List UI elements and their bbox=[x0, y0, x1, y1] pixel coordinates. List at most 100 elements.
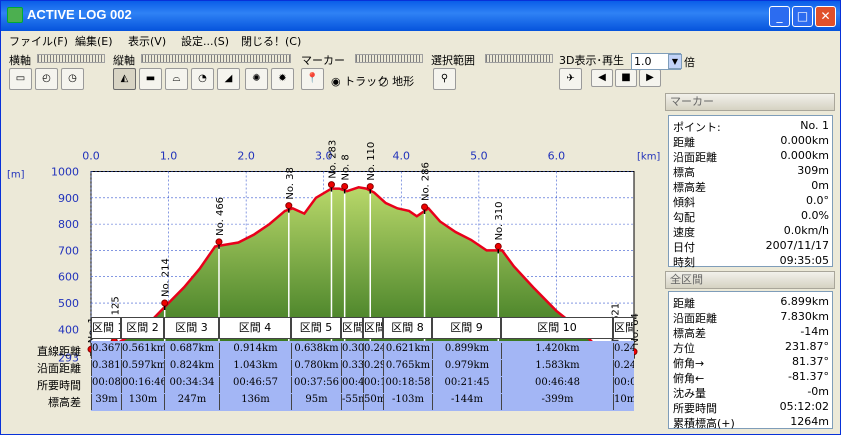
close-button[interactable]: ✕ bbox=[815, 6, 836, 27]
marker-pin[interactable] bbox=[161, 299, 169, 307]
section-header[interactable]: 区間 8 bbox=[383, 317, 432, 339]
section-header[interactable]: 区間 7 bbox=[363, 317, 383, 339]
menu-edit[interactable]: 編集(E) bbox=[75, 33, 113, 49]
info-key: 累積標高(+) bbox=[673, 417, 735, 430]
table-cell: 00:37:56 bbox=[291, 377, 341, 393]
minimize-button[interactable]: _ bbox=[769, 6, 790, 27]
maximize-button[interactable]: □ bbox=[792, 6, 813, 27]
marker-pin[interactable] bbox=[285, 202, 293, 210]
section-header[interactable]: 区間 11 bbox=[613, 317, 634, 339]
table-cell: 0.242km bbox=[363, 343, 383, 359]
info-key: 時刻 bbox=[673, 256, 695, 269]
window-title: ACTIVE LOG 002 bbox=[27, 7, 132, 22]
info-key: 勾配 bbox=[673, 211, 695, 224]
section-header[interactable]: 区間 1 bbox=[91, 317, 121, 339]
info-value: 0.000km bbox=[780, 134, 829, 147]
cadence-icon[interactable]: ✹ bbox=[271, 68, 294, 90]
section-header[interactable]: 区間 6 bbox=[341, 317, 363, 339]
info-row: 時刻 09:35:05 bbox=[673, 254, 829, 269]
section-header[interactable]: 区間 5 bbox=[291, 317, 341, 339]
time-axis-icon[interactable]: ◴ bbox=[35, 68, 58, 90]
toolbar-grip[interactable] bbox=[37, 54, 105, 63]
info-row: 沈み量 -0m bbox=[673, 385, 829, 400]
table-cell: 39m bbox=[91, 394, 121, 410]
info-key: 標高 bbox=[673, 166, 695, 179]
info-row: ポイント: No. 1 bbox=[673, 119, 829, 134]
section-table: 直線距離沿面距離所要時間標高差 区間 1 0.367km0.381km00:08:2… bbox=[1, 315, 664, 411]
menu-file[interactable]: ファイル(F) bbox=[9, 33, 68, 49]
heart-rate-icon[interactable]: ✺ bbox=[245, 68, 268, 90]
marker-pin[interactable] bbox=[366, 183, 374, 191]
menu-view[interactable]: 表示(V) bbox=[128, 33, 166, 49]
table-cell: 0.246km bbox=[613, 360, 634, 376]
table-cell: 0.367km bbox=[91, 343, 121, 359]
info-value: 1264m bbox=[790, 415, 829, 428]
info-key: 沈み量 bbox=[673, 387, 706, 400]
marker-pin[interactable] bbox=[494, 242, 502, 250]
distance-icon[interactable]: ▬ bbox=[139, 68, 162, 90]
info-value: 0.0° bbox=[806, 194, 829, 207]
terrain-radio[interactable]: ○ 地形 bbox=[379, 73, 414, 89]
x-tick-label: 2.0 bbox=[237, 150, 255, 163]
chevron-down-icon[interactable]: ▼ bbox=[668, 54, 682, 69]
menu-close[interactable]: 閉じる！(C) bbox=[241, 33, 301, 49]
speed-icon[interactable]: ⌓ bbox=[165, 68, 188, 90]
info-value: 0m bbox=[811, 179, 829, 192]
info-row: 俯角→ 81.37° bbox=[673, 355, 829, 370]
total-panel-title: 全区間 bbox=[665, 271, 835, 289]
table-cell: 0.824km bbox=[164, 360, 219, 376]
rewind-icon[interactable]: ◀ bbox=[591, 69, 613, 87]
distance-axis-icon[interactable]: ▭ bbox=[9, 68, 32, 90]
marker-label: No. 310 bbox=[494, 202, 505, 241]
range-select-icon[interactable]: ⚲ bbox=[433, 68, 456, 90]
info-row: 方位 231.87° bbox=[673, 340, 829, 355]
slope-icon[interactable]: ◢ bbox=[217, 68, 240, 90]
table-cell: 0.914km bbox=[219, 343, 291, 359]
toolbar-grip[interactable] bbox=[485, 54, 553, 63]
marker-panel-title: マーカー bbox=[665, 93, 835, 111]
info-key: 日付 bbox=[673, 241, 695, 254]
gauge-icon[interactable]: ◔ bbox=[191, 68, 214, 90]
toolbar-grip[interactable] bbox=[355, 54, 423, 63]
stop-icon[interactable]: ■ bbox=[615, 69, 637, 87]
y-axis-unit: [m] bbox=[7, 170, 25, 181]
info-key: 俯角→ bbox=[673, 357, 705, 370]
menu-settings[interactable]: 設定...(S) bbox=[181, 33, 229, 49]
table-cell: 00:05:02 bbox=[613, 377, 634, 393]
section-header[interactable]: 区間 10 bbox=[501, 317, 613, 339]
table-cell: 136m bbox=[219, 394, 291, 410]
marker-pin[interactable] bbox=[341, 182, 349, 190]
elevation-icon[interactable]: ◭ bbox=[113, 68, 136, 90]
table-cell: 00:34:34 bbox=[164, 377, 219, 393]
toolbar-grip[interactable] bbox=[141, 54, 291, 63]
table-cell: 00:42:33 bbox=[341, 377, 363, 393]
section-header[interactable]: 区間 9 bbox=[432, 317, 501, 339]
marker-pin[interactable] bbox=[215, 238, 223, 246]
title-bar[interactable]: ACTIVE LOG 002 _ □ ✕ bbox=[1, 1, 840, 31]
app-icon bbox=[7, 7, 23, 23]
section-header[interactable]: 区間 2 bbox=[121, 317, 164, 339]
table-cell: 0.381km bbox=[91, 360, 121, 376]
total-info-box: 距離 6.899km 沿面距離 7.830km 標高差 -14m 方位 231.87° 俯角→ 8… bbox=[668, 291, 833, 430]
marker-pin-icon[interactable]: 📍 bbox=[301, 68, 324, 90]
info-row: 沿面距離 0.000km bbox=[673, 149, 829, 164]
marker-label: No. 286 bbox=[421, 162, 432, 201]
table-cell: 0.687km bbox=[164, 343, 219, 359]
marker-label: No. 283 bbox=[327, 140, 338, 179]
section-header[interactable]: 区間 4 bbox=[219, 317, 291, 339]
marker-pin[interactable] bbox=[327, 181, 335, 189]
info-row: 傾斜 0.0° bbox=[673, 194, 829, 209]
info-key: 俯角← bbox=[673, 372, 705, 385]
info-row: 標高差 0m bbox=[673, 179, 829, 194]
table-cell: 0.979km bbox=[432, 360, 501, 376]
info-key: 速度 bbox=[673, 226, 695, 239]
marker-pin[interactable] bbox=[421, 203, 429, 211]
section-header[interactable]: 区間 3 bbox=[164, 317, 219, 339]
table-cell: 0.899km bbox=[432, 343, 501, 359]
play-icon[interactable]: ▶ bbox=[639, 69, 661, 87]
table-cell: -399m bbox=[501, 394, 613, 410]
time-count-icon[interactable]: ◷ bbox=[61, 68, 84, 90]
info-key: 所要時間 bbox=[673, 402, 717, 415]
3d-view-icon[interactable]: ✈ bbox=[559, 68, 582, 90]
table-cell: 50m bbox=[363, 394, 383, 410]
